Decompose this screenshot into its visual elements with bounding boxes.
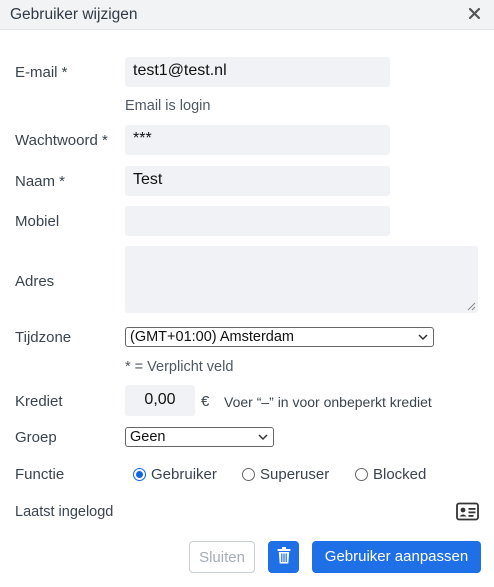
chevron-down-icon xyxy=(418,334,428,341)
radio-button[interactable] xyxy=(133,467,146,481)
close-button[interactable]: Sluiten xyxy=(189,541,255,573)
address-textarea[interactable] xyxy=(125,246,478,313)
group-label: Groep xyxy=(15,429,57,446)
radio-superuser[interactable]: Superuser xyxy=(242,465,329,483)
email-hint: Email is login xyxy=(125,98,211,114)
trash-icon xyxy=(277,547,290,564)
close-icon[interactable] xyxy=(465,3,485,25)
credit-field[interactable]: 0,00 xyxy=(125,385,195,416)
credit-hint: Voer “–” in voor onbeperkt krediet xyxy=(224,394,432,410)
save-user-button[interactable]: Gebruiker aanpassen xyxy=(312,541,481,573)
delete-button[interactable] xyxy=(268,541,299,573)
currency-symbol: € xyxy=(201,393,210,410)
radio-blocked[interactable]: Blocked xyxy=(355,465,426,483)
mobile-label: Mobiel xyxy=(15,213,60,230)
contact-card-icon[interactable] xyxy=(456,502,479,521)
timezone-value: (GMT+01:00) Amsterdam xyxy=(130,329,294,345)
email-field[interactable]: test1@test.nl xyxy=(125,57,390,87)
password-field[interactable]: *** xyxy=(125,125,390,155)
credit-label: Krediet xyxy=(15,393,63,410)
radio-button[interactable] xyxy=(242,467,255,481)
resize-handle-icon[interactable] xyxy=(467,302,476,311)
email-label: E-mail * xyxy=(15,64,68,81)
function-label: Functie xyxy=(15,466,65,483)
radio-button[interactable] xyxy=(355,467,368,481)
address-label: Adres xyxy=(15,273,55,290)
last-login-label: Laatst ingelogd xyxy=(15,504,114,520)
password-label: Wachtwoord * xyxy=(15,132,108,149)
name-label: Naam * xyxy=(15,173,66,190)
radio-label: Gebruiker xyxy=(151,465,217,483)
name-field[interactable]: Test xyxy=(125,166,390,196)
radio-gebruiker[interactable]: Gebruiker xyxy=(133,465,217,483)
radio-label: Superuser xyxy=(260,465,330,483)
chevron-down-icon xyxy=(258,434,268,441)
timezone-label: Tijdzone xyxy=(15,329,72,346)
radio-label: Blocked xyxy=(373,465,427,483)
required-note: * = Verplicht veld xyxy=(125,359,234,375)
group-value: Geen xyxy=(130,429,166,445)
dialog-header: Gebruiker wijzigen xyxy=(0,0,494,30)
mobile-field[interactable] xyxy=(125,206,390,236)
group-select[interactable]: Geen xyxy=(125,427,274,447)
dialog-title: Gebruiker wijzigen xyxy=(10,6,138,23)
timezone-select[interactable]: (GMT+01:00) Amsterdam xyxy=(125,327,434,347)
